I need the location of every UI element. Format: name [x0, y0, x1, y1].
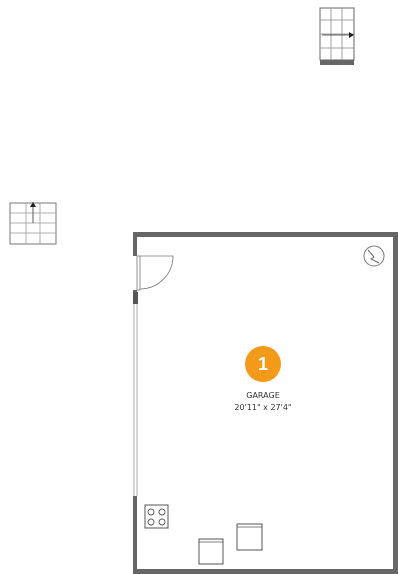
door-swing-icon	[136, 255, 174, 291]
room-name: GARAGE	[246, 391, 280, 400]
room-badge: 1	[245, 346, 281, 382]
staircase-icon	[9, 202, 57, 245]
appliance-icon	[198, 538, 224, 565]
floor-plan: 1 GARAGE 20'11" x 27'4"	[9, 7, 398, 574]
electrical-panel-icon	[363, 245, 385, 267]
staircase-icon	[319, 7, 355, 65]
stove-icon	[144, 504, 169, 529]
appliance-icon	[236, 523, 263, 551]
room-dimensions: 20'11" x 27'4"	[234, 403, 291, 412]
room-number: 1	[258, 354, 268, 374]
